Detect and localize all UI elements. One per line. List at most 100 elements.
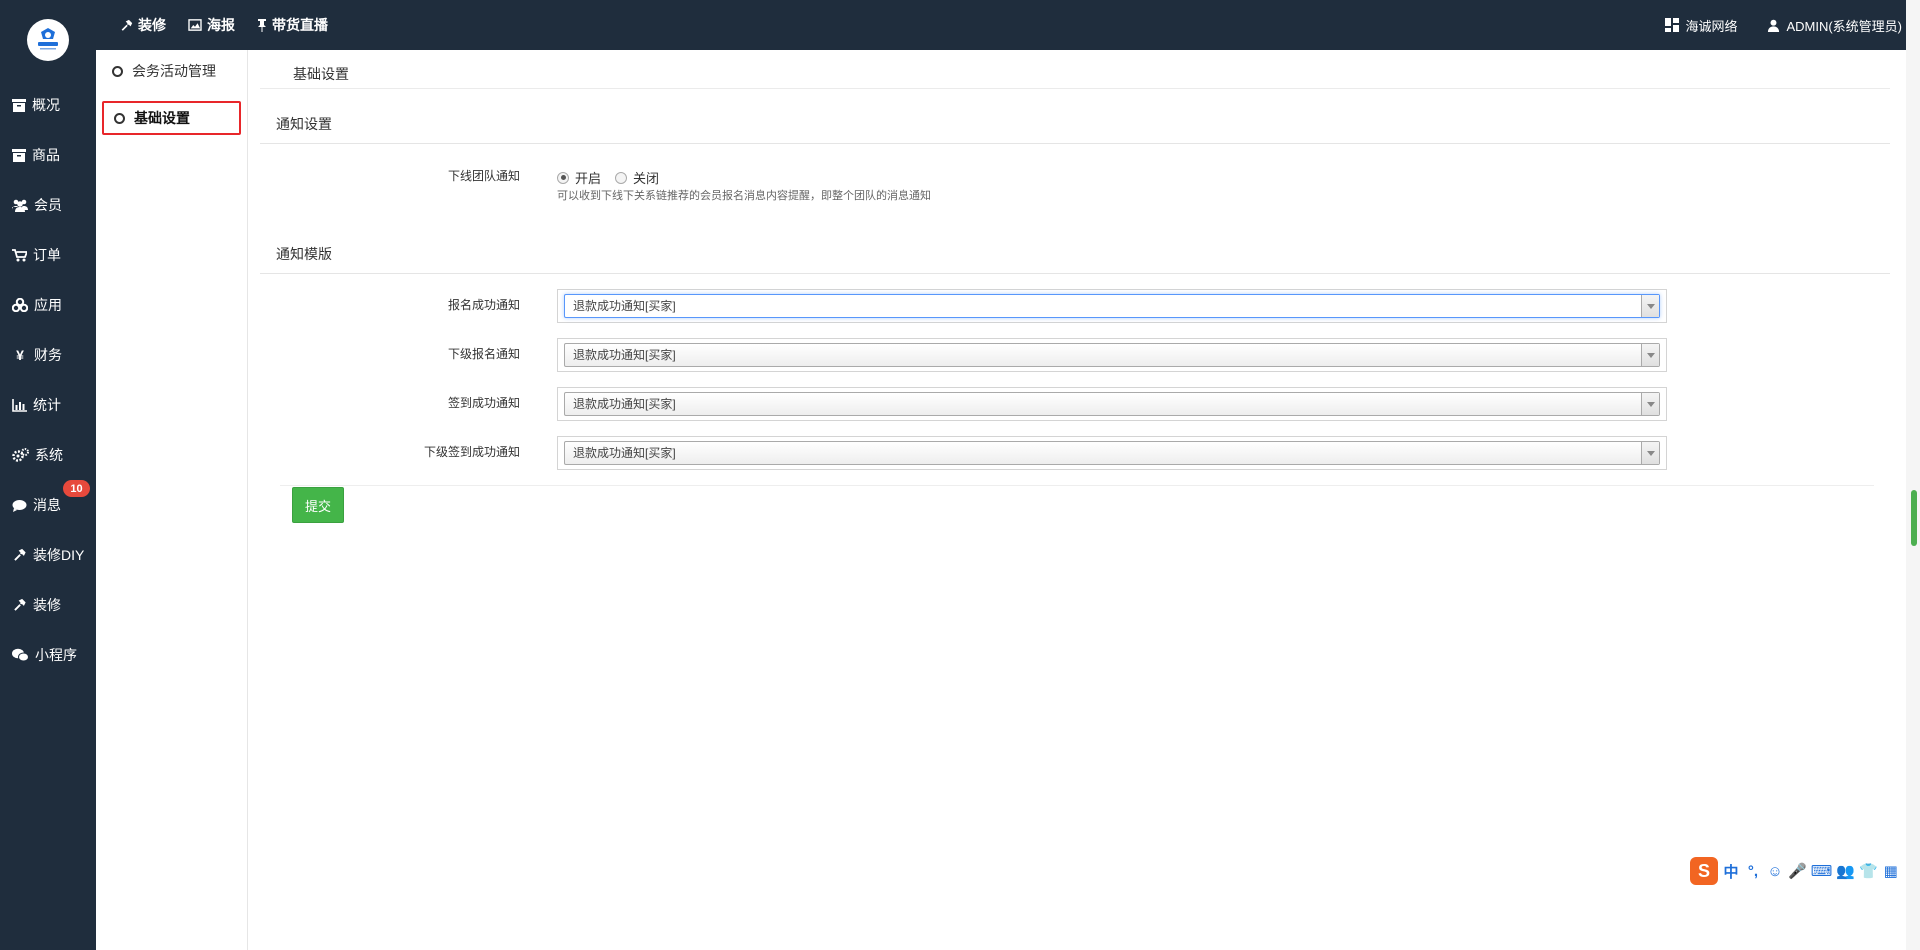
shirt-icon[interactable]: 👕 [1859,862,1878,880]
circle-icon [112,65,123,77]
signup-success-select[interactable]: 退款成功通知[买家] [564,294,1660,318]
company-label: 海诚网络 [1685,18,1738,34]
ime-punctuation[interactable]: °, [1744,863,1762,880]
sidebar-item-orders[interactable]: 订单 [0,230,96,280]
sidebar-item-label: 小程序 [35,647,77,663]
main-content: 基础设置 通知设置 下线团队通知 开启 关闭 可以收到下线下关系链推荐的会员报名… [248,50,1890,950]
sidebar-item-label: 装修DIY [33,547,85,563]
sub-checkin-success-label: 下级签到成功通知 [423,445,520,459]
sidebar-item-label: 装修 [33,597,61,613]
keyboard-icon[interactable]: ⌨ [1811,862,1833,880]
sidebar-item-finance[interactable]: ¥ 财务 [0,330,96,380]
signup-success-select-wrap: 退款成功通知[买家] [557,289,1667,323]
ime-toolbar: S 中 °, ☺ 🎤 ⌨ 👥 👕 ▦ [1690,856,1902,886]
sub-menu-basic-settings[interactable]: 基础设置 [102,101,241,135]
grid-icon[interactable]: ▦ [1882,862,1900,880]
user-icon [1768,19,1780,32]
template-section-title: 通知模版 [276,246,332,262]
company-link[interactable]: 海诚网络 [1665,16,1737,35]
microphone-icon[interactable]: 🎤 [1788,862,1807,880]
checkin-success-select[interactable]: 退款成功通知[买家] [564,392,1660,416]
sidebar-item-label: 系统 [35,447,63,463]
sidebar-item-apps[interactable]: 应用 [0,280,96,330]
sidebar-item-label: 概况 [32,97,60,113]
sub-menu-label: 会务活动管理 [132,63,216,79]
sub-checkin-success-select-wrap: 退款成功通知[买家] [557,436,1667,470]
sub-menu: 会务活动管理 基础设置 [96,50,248,950]
divider [260,143,1890,144]
sub-signup-select[interactable]: 退款成功通知[买家] [564,343,1660,367]
hammer-icon [14,598,26,611]
users-icon [12,199,28,212]
sidebar-item-label: 统计 [33,397,61,413]
select-value: 退款成功通知[买家] [573,446,676,460]
sidebar-item-messages[interactable]: 消息 10 [0,480,96,530]
chevron-down-icon [1641,393,1659,415]
downline-notify-label: 下线团队通知 [447,169,520,183]
radio-off-label[interactable]: 关闭 [633,168,659,187]
radio-on-label[interactable]: 开启 [575,168,601,187]
sidebar-item-goods[interactable]: 商品 [0,130,96,180]
sidebar-item-decorate[interactable]: 装修 [0,580,96,630]
hammer-icon [14,548,26,561]
hammer-icon [121,19,133,31]
emoji-icon[interactable]: ☺ [1766,863,1784,880]
top-nav-label: 海报 [207,17,235,33]
submit-button[interactable]: 提交 [292,487,344,523]
sidebar-item-label: 会员 [34,197,62,213]
sub-signup-select-wrap: 退款成功通知[买家] [557,338,1667,372]
downline-notify-radio-group: 开启 关闭 [557,168,667,187]
circle-icon [114,112,125,124]
box-icon [12,148,26,162]
pin-icon [258,19,266,32]
sidebar-item-label: 商品 [32,147,60,163]
select-value: 退款成功通知[买家] [573,397,676,411]
sub-checkin-success-select[interactable]: 退款成功通知[买家] [564,441,1660,465]
user-label: ADMIN(系统管理员) [1786,18,1902,34]
top-nav-decorate[interactable]: 装修 [120,15,166,35]
chevron-down-icon [1641,442,1659,464]
sidebar-item-label: 财务 [34,347,62,363]
sidebar-item-miniprogram[interactable]: 小程序 [0,630,96,680]
sidebar-item-label: 消息 [33,497,61,513]
select-value: 退款成功通知[买家] [573,299,676,313]
sub-signup-label: 下级报名通知 [447,347,520,361]
box-icon [12,98,26,112]
logo-icon [38,28,58,50]
gears-icon [12,448,29,462]
user-menu[interactable]: ADMIN(系统管理员) [1767,16,1902,35]
page-scrollbar[interactable] [1906,0,1920,950]
top-nav-live[interactable]: 带货直播 [257,15,328,35]
top-bar: 装修 海报 带货直播 海诚网络 ADMIN(系统管理员) [0,0,1920,50]
top-nav-poster[interactable]: 海报 [188,15,235,35]
chart-icon [12,398,27,412]
radio-off[interactable] [615,171,628,184]
message-count-badge: 10 [63,480,90,497]
signup-success-label: 报名成功通知 [447,298,520,312]
top-nav: 装修 海报 带货直播 [120,0,328,50]
users-icon[interactable]: 👥 [1836,862,1855,880]
wechat-icon [12,648,29,662]
page-title: 基础设置 [293,66,349,82]
sidebar-item-overview[interactable]: 概况 [0,80,96,130]
image-icon [188,19,202,31]
apps-icon [12,298,28,312]
downline-notify-help: 可以收到下线下关系链推荐的会员报名消息内容提醒，即整个团队的消息通知 [557,190,931,202]
ime-chinese-mode[interactable]: 中 [1722,861,1740,882]
chevron-down-icon [1641,295,1659,317]
sogou-ime-icon[interactable]: S [1690,857,1718,885]
sidebar-item-decorate-diy[interactable]: 装修DIY [0,530,96,580]
radio-on[interactable] [557,171,569,184]
sidebar: 概况 商品 会员 订单 应用 ¥ 财务 统计 系统 消息 10 装修DIY 装修… [0,0,96,950]
sidebar-item-stats[interactable]: 统计 [0,380,96,430]
sidebar-item-members[interactable]: 会员 [0,180,96,230]
top-nav-label: 装修 [138,17,166,33]
sub-menu-meeting-management[interactable]: 会务活动管理 [102,54,241,88]
grid-icon [1665,18,1680,32]
divider [260,273,1890,274]
sidebar-item-system[interactable]: 系统 [0,430,96,480]
scrollbar-thumb[interactable] [1911,490,1917,546]
sidebar-item-label: 订单 [33,247,61,263]
select-value: 退款成功通知[买家] [573,348,676,362]
logo[interactable] [27,19,69,61]
